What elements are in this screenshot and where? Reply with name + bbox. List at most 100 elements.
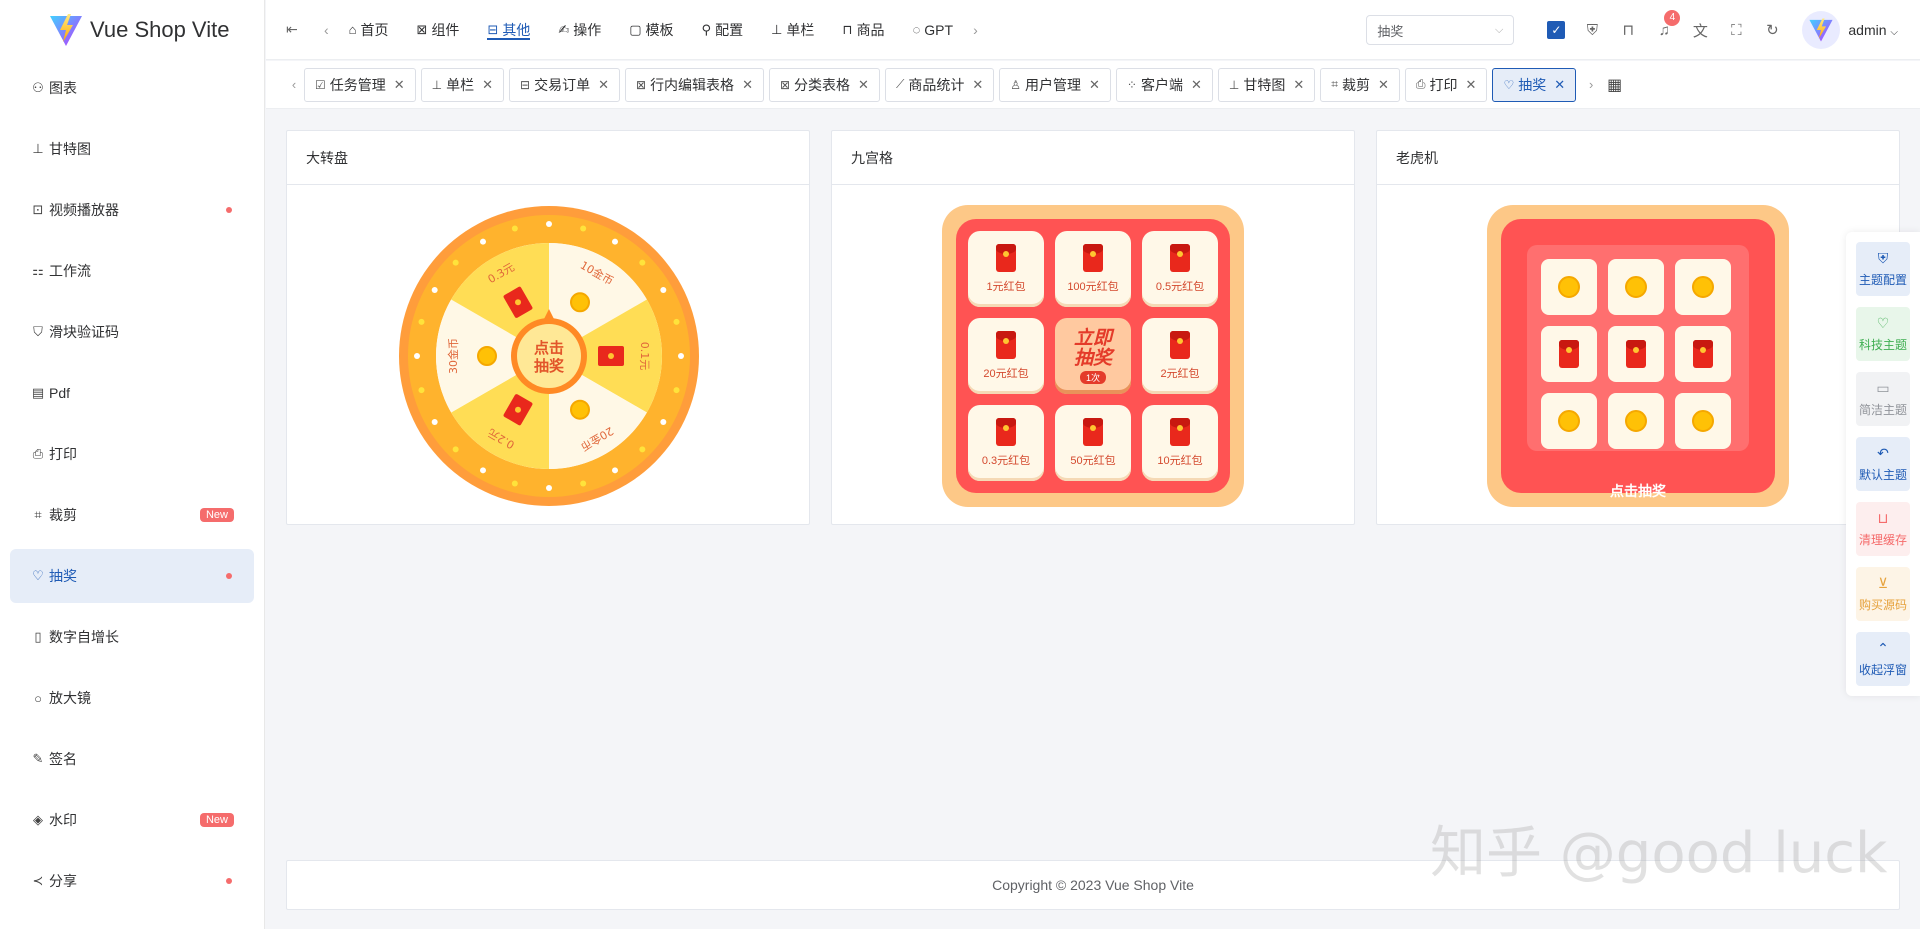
red-envelope-icon: [1559, 340, 1579, 368]
sidebar-item-chart[interactable]: ⚇ 图表: [10, 61, 254, 115]
tab-label: 打印: [1429, 76, 1458, 93]
collapse-icon: ⌃: [1877, 640, 1889, 656]
close-icon[interactable]: ✕: [598, 77, 609, 93]
clear-cache-button[interactable]: ⊔ 清理缓存: [1856, 502, 1910, 556]
slot-machine: 点击抽奖: [1487, 205, 1789, 507]
user-name: admin: [1848, 22, 1887, 38]
nav-label: 操作: [573, 21, 602, 38]
theme-config-button[interactable]: ⛨ 主题配置: [1856, 242, 1910, 296]
tabs-right-arrow-icon[interactable]: ›: [1581, 77, 1601, 92]
tab-column[interactable]: ⊥ 单栏 ✕: [420, 67, 505, 102]
close-icon[interactable]: ✕: [1089, 77, 1100, 93]
logo[interactable]: Vue Shop Vite: [0, 0, 264, 60]
close-icon[interactable]: ✕: [1554, 77, 1565, 93]
simple-theme-button[interactable]: ▭ 简洁主题: [1856, 372, 1910, 426]
wheel-light-dot: [546, 221, 552, 227]
close-icon[interactable]: ✕: [482, 77, 493, 93]
close-icon[interactable]: ✕: [1293, 77, 1304, 93]
wheel-center-text: 点击: [534, 339, 564, 357]
tab-gantt[interactable]: ⊥ 甘特图 ✕: [1217, 67, 1316, 102]
crop-icon: ⌗: [1331, 77, 1339, 91]
sidebar-item-watermark[interactable]: ◈ 水印 New: [10, 793, 254, 847]
nav-component[interactable]: ⊠ 组件: [403, 0, 474, 60]
tab-order[interactable]: ⊟ 交易订单 ✕: [509, 67, 620, 102]
nav-right-arrow-icon[interactable]: ›: [973, 22, 978, 38]
default-theme-button[interactable]: ↶ 默认主题: [1856, 437, 1910, 491]
buy-source-button[interactable]: ⊻ 购买源码: [1856, 567, 1910, 621]
grid-start-button[interactable]: 立即 抽奖 1次: [1055, 318, 1131, 394]
sidebar-item-signature[interactable]: ✎ 签名: [10, 732, 254, 786]
fp-label: 简洁主题: [1858, 403, 1907, 417]
nav-operation[interactable]: ✍ 操作: [544, 0, 615, 60]
sidebar-item-share[interactable]: ≺ 分享: [10, 854, 254, 908]
tab-label: 交易订单: [534, 76, 591, 93]
tab-category-table[interactable]: ⊠ 分类表格 ✕: [768, 67, 880, 102]
sidebar-item-label: 打印: [49, 446, 77, 462]
close-icon[interactable]: ✕: [394, 77, 405, 93]
theme-checkbox[interactable]: ✓: [1538, 21, 1574, 39]
lottery-icon: ♡: [1503, 77, 1515, 92]
translate-icon[interactable]: 文: [1682, 20, 1718, 41]
sidebar-item-pdf[interactable]: ▤ Pdf: [10, 366, 254, 420]
tab-goods-stats[interactable]: ⟋ 商品统计 ✕: [884, 67, 995, 102]
slot-start-button[interactable]: 点击抽奖: [1501, 481, 1775, 501]
sidebar-item-lottery[interactable]: ♡ 抽奖: [10, 549, 254, 603]
tab-lottery[interactable]: ♡ 抽奖 ✕: [1492, 67, 1577, 102]
slot-cell: [1608, 326, 1664, 382]
close-icon[interactable]: ✕: [858, 77, 869, 93]
nav-column[interactable]: ⊥ 单栏: [757, 0, 828, 60]
red-envelope-icon: [1170, 244, 1190, 272]
prize-label: 50元红包: [1070, 455, 1116, 467]
sidebar-item-crop[interactable]: ⌗ 裁剪 New: [10, 488, 254, 542]
close-icon[interactable]: ✕: [1466, 77, 1477, 93]
nav-gpt[interactable]: ◌ GPT: [899, 0, 968, 60]
tab-label: 行内编辑表格: [650, 76, 735, 93]
collapse-sidebar-icon[interactable]: ⇤: [286, 21, 306, 38]
avatar[interactable]: [1802, 11, 1841, 49]
close-icon[interactable]: ✕: [972, 77, 983, 93]
tabs-left-arrow-icon[interactable]: ‹: [284, 77, 304, 92]
sidebar-item-label: 签名: [49, 751, 77, 767]
header: ⇤ ‹ ⌂ 首页 ⊠ 组件 ⊟ 其他 ✍ 操作 ▢ 模板 ⚲ 配置 ⊥ 单栏 ⊓ 商品 ◌ GPT…: [266, 0, 1920, 60]
nav-other[interactable]: ⊟ 其他: [473, 0, 544, 60]
nav-template[interactable]: ▢ 模板: [615, 0, 687, 60]
sidebar-item-workflow[interactable]: ⚏ 工作流: [10, 244, 254, 298]
lock-icon[interactable]: ⊓: [1610, 21, 1646, 39]
sidebar-item-print[interactable]: ⎙ 打印: [10, 427, 254, 481]
nav-left-arrow-icon[interactable]: ‹: [324, 22, 329, 38]
refresh-icon[interactable]: ↻: [1754, 21, 1790, 39]
tech-theme-button[interactable]: ♡ 科技主题: [1856, 307, 1910, 361]
shirt-icon[interactable]: ⛨: [1574, 22, 1610, 39]
nav-goods[interactable]: ⊓ 商品: [828, 0, 898, 60]
tabs-menu-icon[interactable]: ▦: [1607, 75, 1622, 95]
slot-cell: [1675, 259, 1731, 315]
tab-user-manage[interactable]: ♙ 用户管理 ✕: [999, 67, 1111, 102]
sidebar-item-magnifier[interactable]: ○ 放大镜: [10, 671, 254, 725]
card-body: 点击抽奖: [1377, 185, 1899, 524]
tab-crop[interactable]: ⌗ 裁剪 ✕: [1320, 67, 1400, 102]
sidebar-item-slider-captcha[interactable]: ⛉ 滑块验证码: [10, 305, 254, 359]
nav-home[interactable]: ⌂ 首页: [335, 0, 403, 60]
order-icon: ⊟: [520, 77, 531, 92]
collapse-panel-button[interactable]: ⌃ 收起浮窗: [1856, 632, 1910, 686]
nav-label: 首页: [360, 21, 389, 38]
sidebar-item-video[interactable]: ⊡ 视频播放器: [10, 183, 254, 237]
tab-task[interactable]: ☑ 任务管理 ✕: [304, 67, 416, 102]
close-icon[interactable]: ✕: [1378, 77, 1389, 93]
tab-inline-edit[interactable]: ⊠ 行内编辑表格 ✕: [625, 67, 764, 102]
lucky-wheel[interactable]: 10金币 0.1元 20金币 0.2元 30金币 0.3元 点击 抽奖: [398, 205, 700, 510]
tab-print[interactable]: ⎙ 打印 ✕: [1404, 67, 1488, 102]
wheel-center-text: 抽奖: [534, 357, 565, 375]
sidebar-item-counter[interactable]: ▯ 数字自增长: [10, 610, 254, 664]
bell-icon[interactable]: ♫ 4: [1646, 9, 1682, 39]
fullscreen-icon[interactable]: ⛶: [1718, 22, 1754, 39]
close-icon[interactable]: ✕: [742, 77, 753, 93]
sidebar-item-gantt[interactable]: ⊥ 甘特图: [10, 122, 254, 176]
close-icon[interactable]: ✕: [1191, 77, 1202, 93]
lucky-grid: 1元红包 100元红包 0.5元红包 20元红包 立即 抽奖 1次 2元红包 0.3…: [942, 205, 1244, 507]
sidebar-item-label: 图表: [49, 80, 77, 96]
tab-client[interactable]: ⁘ 客户端 ✕: [1115, 67, 1213, 102]
nav-config[interactable]: ⚲ 配置: [688, 0, 758, 60]
user-menu[interactable]: admin ⌵: [1848, 22, 1898, 38]
search-select[interactable]: 抽奖 ⌵: [1366, 15, 1515, 45]
